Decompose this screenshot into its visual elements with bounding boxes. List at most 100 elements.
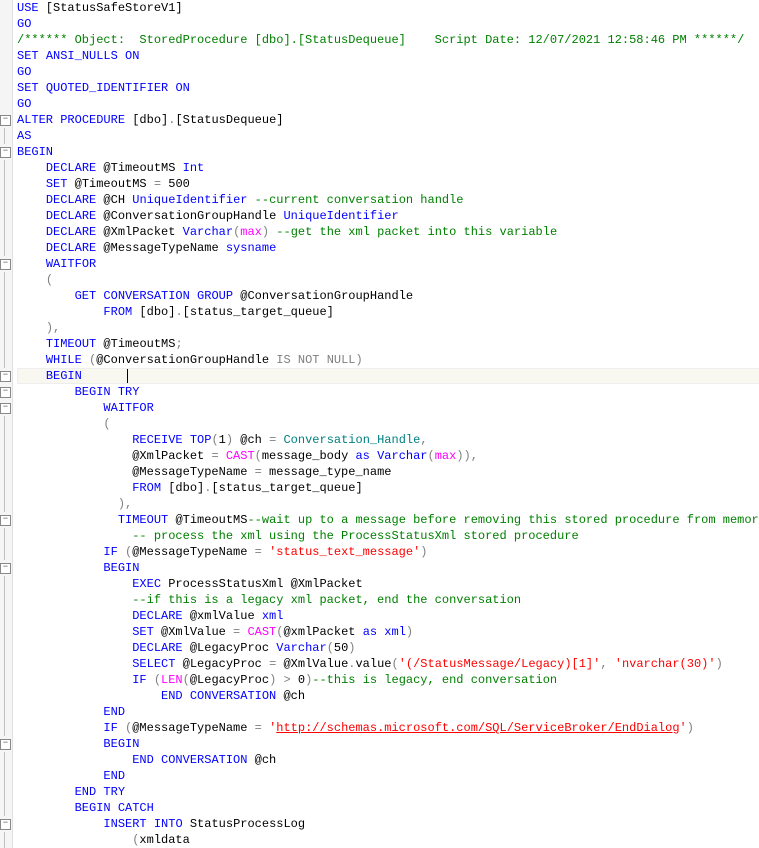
fold-toggle-icon[interactable]: − (0, 387, 11, 398)
fold-toggle-icon[interactable]: − (0, 259, 11, 270)
code-line[interactable]: @XmlPacket = CAST(message_body as Varcha… (17, 448, 759, 464)
token-txt (247, 193, 254, 207)
code-line[interactable]: DECLARE @xmlValue xml (17, 608, 759, 624)
code-line[interactable]: DECLARE @MessageTypeName sysname (17, 240, 759, 256)
fold-gutter[interactable]: − − − − − − − − − − (0, 0, 13, 848)
code-line[interactable]: FROM [dbo].[status_target_queue] (17, 480, 759, 496)
fold-toggle-icon[interactable]: − (0, 147, 11, 158)
code-line[interactable]: (xmldata (17, 832, 759, 848)
token-kw: QUOTED_IDENTIFIER (46, 81, 168, 95)
fold-toggle-icon[interactable]: − (0, 819, 11, 830)
code-line[interactable]: END CONVERSATION @ch (17, 752, 759, 768)
code-line[interactable]: --if this is a legacy xml packet, end th… (17, 592, 759, 608)
code-line[interactable]: BEGIN (17, 560, 759, 576)
fold-toggle-icon[interactable]: − (0, 371, 11, 382)
code-line[interactable]: IF (LEN(@LegacyProc) > 0)--this is legac… (17, 672, 759, 688)
gutter-row (0, 16, 12, 32)
gutter-row (0, 288, 12, 304)
code-line[interactable]: END TRY (17, 784, 759, 800)
code-line[interactable]: IF (@MessageTypeName = 'http://schemas.m… (17, 720, 759, 736)
code-line[interactable]: BEGIN (17, 144, 759, 160)
token-txt: @TimeoutMS (67, 177, 153, 191)
token-txt: @xmlValue (183, 609, 262, 623)
token-kw: IF (103, 721, 117, 735)
token-txt (17, 737, 103, 751)
code-line[interactable]: RECEIVE TOP(1) @ch = Conversation_Handle… (17, 432, 759, 448)
fold-toggle-icon[interactable]: − (0, 563, 11, 574)
code-line[interactable]: DECLARE @CH UniqueIdentifier --current c… (17, 192, 759, 208)
code-line[interactable]: BEGIN TRY (17, 384, 759, 400)
fold-toggle-icon[interactable]: − (0, 739, 11, 750)
token-txt: @MessageTypeName (17, 465, 255, 479)
code-line[interactable]: WHILE (@ConversationGroupHandle IS NOT N… (17, 352, 759, 368)
token-txt: [status_target_queue] (211, 481, 362, 495)
token-kw: DECLARE (132, 641, 182, 655)
code-line[interactable]: WAITFOR (17, 256, 759, 272)
fold-toggle-icon[interactable]: − (0, 115, 11, 126)
code-line[interactable]: GET CONVERSATION GROUP @ConversationGrou… (17, 288, 759, 304)
code-line[interactable]: DECLARE @TimeoutMS Int (17, 160, 759, 176)
code-line[interactable]: -- process the xml using the ProcessStat… (17, 528, 759, 544)
code-line[interactable]: ), (17, 496, 759, 512)
code-line[interactable]: ( (17, 416, 759, 432)
gutter-row (0, 352, 12, 368)
code-line[interactable]: WAITFOR (17, 400, 759, 416)
token-kw: EXEC (132, 577, 161, 591)
code-line[interactable]: ), (17, 320, 759, 336)
gutter-row: − (0, 384, 12, 400)
token-kw: TIMEOUT (118, 513, 168, 527)
token-txt: StatusProcessLog (183, 817, 305, 831)
code-line[interactable]: BEGIN (17, 368, 759, 384)
code-line[interactable]: IF (@MessageTypeName = 'status_text_mess… (17, 544, 759, 560)
code-line[interactable]: TIMEOUT @TimeoutMS--wait up to a message… (17, 512, 759, 528)
code-line[interactable]: @MessageTypeName = message_type_name (17, 464, 759, 480)
code-line[interactable]: END (17, 768, 759, 784)
code-line[interactable]: ALTER PROCEDURE [dbo].[StatusDequeue] (17, 112, 759, 128)
token-txt (17, 593, 132, 607)
token-kw: Varchar (276, 641, 326, 655)
code-line[interactable]: SET @XmlValue = CAST(@xmlPacket as xml) (17, 624, 759, 640)
token-func: max (240, 225, 262, 239)
code-line[interactable]: DECLARE @ConversationGroupHandle UniqueI… (17, 208, 759, 224)
gutter-row: − (0, 736, 12, 752)
code-line[interactable]: BEGIN CATCH (17, 800, 759, 816)
gutter-row: − (0, 400, 12, 416)
gutter-row: − (0, 256, 12, 272)
gutter-row (0, 32, 12, 48)
token-op: )), (456, 449, 478, 463)
gutter-row (0, 272, 12, 288)
code-line[interactable]: SET @TimeoutMS = 500 (17, 176, 759, 192)
token-kw: SET (132, 625, 154, 639)
code-line[interactable]: GO (17, 96, 759, 112)
code-line[interactable]: ( (17, 272, 759, 288)
code-area[interactable]: USE [StatusSafeStoreV1]GO/****** Object:… (13, 0, 759, 848)
code-line[interactable]: BEGIN (17, 736, 759, 752)
token-kw: END (103, 705, 125, 719)
token-txt: @ConversationGroupHandle (96, 353, 276, 367)
code-line[interactable]: EXEC ProcessStatusXml @XmlPacket (17, 576, 759, 592)
token-txt: @XmlValue (154, 625, 233, 639)
code-line[interactable]: END CONVERSATION @ch (17, 688, 759, 704)
code-line[interactable]: SELECT @LegacyProc = @XmlValue.value('(/… (17, 656, 759, 672)
code-line[interactable]: AS (17, 128, 759, 144)
token-txt (17, 193, 46, 207)
code-line[interactable]: INSERT INTO StatusProcessLog (17, 816, 759, 832)
token-kw: Int (183, 161, 205, 175)
token-txt (219, 449, 226, 463)
fold-toggle-icon[interactable]: − (0, 515, 11, 526)
code-line[interactable]: /****** Object: StoredProcedure [dbo].[S… (17, 32, 759, 48)
code-line[interactable]: DECLARE @LegacyProc Varchar(50) (17, 640, 759, 656)
code-line[interactable]: TIMEOUT @TimeoutMS; (17, 336, 759, 352)
code-line[interactable]: SET ANSI_NULLS ON (17, 48, 759, 64)
fold-toggle-icon[interactable]: − (0, 403, 11, 414)
code-line[interactable]: GO (17, 16, 759, 32)
code-line[interactable]: GO (17, 64, 759, 80)
code-line[interactable]: FROM [dbo].[status_target_queue] (17, 304, 759, 320)
code-line[interactable]: DECLARE @XmlPacket Varchar(max) --get th… (17, 224, 759, 240)
token-kw: CONVERSATION (161, 753, 247, 767)
code-line[interactable]: END (17, 704, 759, 720)
code-line[interactable]: USE [StatusSafeStoreV1] (17, 0, 759, 16)
code-editor[interactable]: −−−−−−−−−− USE [StatusSafeStoreV1]GO/***… (0, 0, 759, 848)
gutter-row (0, 176, 12, 192)
code-line[interactable]: SET QUOTED_IDENTIFIER ON (17, 80, 759, 96)
